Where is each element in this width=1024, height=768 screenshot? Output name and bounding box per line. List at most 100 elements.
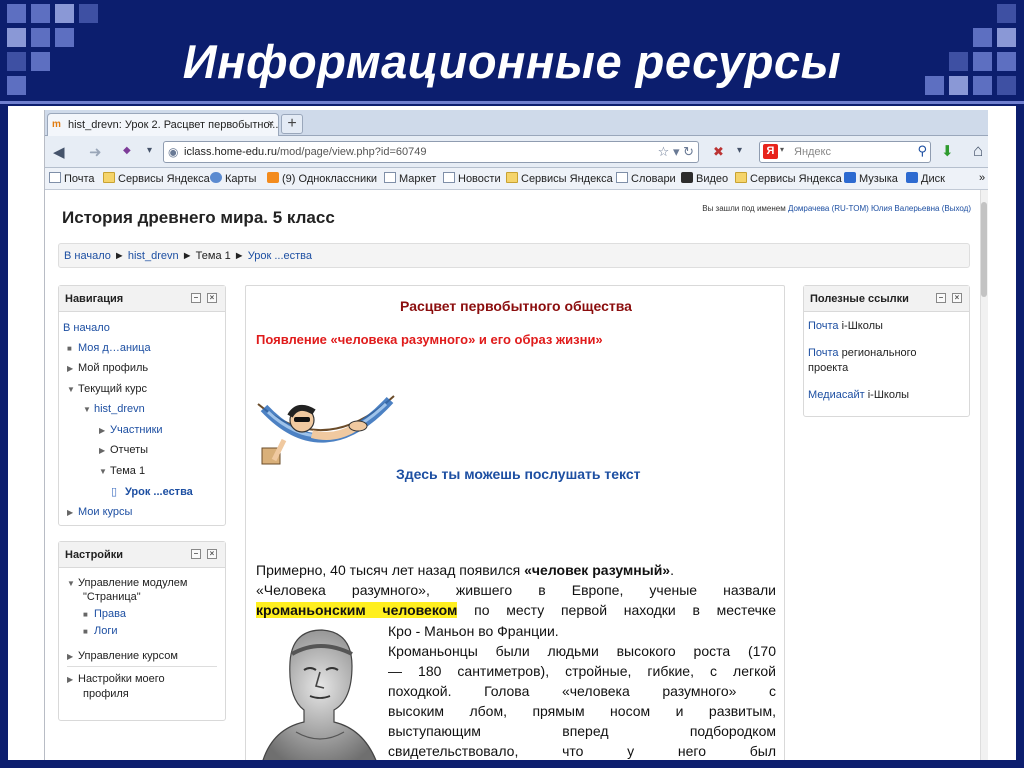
- nav-item-course[interactable]: ▼ hist_drevn: [83, 403, 145, 415]
- expand-icon: ▶: [99, 426, 106, 435]
- nav-item-lesson[interactable]: ▯ Урок ...ества: [111, 485, 193, 498]
- highlighted-term: кроманьонским человеком: [256, 602, 458, 618]
- bookmark-market[interactable]: Маркет: [384, 172, 436, 185]
- stop-download-icon[interactable]: ✖: [713, 144, 724, 160]
- search-box[interactable]: Я ▾ Яндекс ⚲: [759, 141, 931, 163]
- dock-icon[interactable]: ×: [952, 293, 962, 303]
- tools-dropdown-icon[interactable]: ▾: [737, 145, 742, 156]
- collapse-arrow-icon: ▼: [83, 405, 91, 414]
- site-title: История древнего мира. 5 класс: [62, 208, 335, 227]
- navigation-toolbar: ◀ ➜ ◆ ▾ ◉ iclass.home-edu.ru/mod/page/vi…: [45, 136, 988, 168]
- search-icon[interactable]: ⚲: [917, 143, 927, 159]
- bookmark-yandex-services[interactable]: Сервисы Яндекса: [103, 172, 210, 185]
- browser-tab-active[interactable]: m hist_drevn: Урок 2. Расцвет первобытно…: [47, 113, 279, 136]
- maps-icon: [210, 172, 222, 183]
- useful-link-mediasite[interactable]: Медиасайт i-Школы: [808, 389, 909, 401]
- bookmark-mail[interactable]: Почта: [49, 172, 95, 185]
- search-placeholder: Яндекс: [794, 146, 831, 158]
- nav-item-my-home[interactable]: ■ Моя д…аница: [67, 342, 151, 354]
- navigation-block: Навигация – × В начало ■ Моя д…аница ▶ Мой…: [58, 285, 226, 526]
- logout-link[interactable]: (Выход): [942, 204, 971, 213]
- settings-profile[interactable]: ▶ Настройки моего: [67, 673, 165, 685]
- settings-course-admin[interactable]: ▶ Управление курсом: [67, 650, 178, 662]
- dock-icon[interactable]: ×: [207, 549, 217, 559]
- settings-module-admin[interactable]: ▼ Управление модулем: [67, 577, 187, 589]
- breadcrumb-home[interactable]: В начало: [64, 250, 111, 262]
- bookmark-dictionaries[interactable]: Словари: [616, 172, 676, 185]
- slide-title: Информационные ресурсы: [182, 35, 842, 88]
- folder-icon: [103, 172, 115, 183]
- lesson-paragraph-1: Примерно, 40 тысяч лет назад появился «ч…: [256, 562, 674, 578]
- user-profile-link[interactable]: Домрачева (RU-TOM) Юлия Валерьевна: [788, 204, 940, 213]
- back-icon[interactable]: ◀: [53, 143, 65, 161]
- nav-item-topic[interactable]: ▼ Тема 1: [99, 465, 145, 477]
- settings-module-name: "Страница": [83, 591, 141, 603]
- address-bar[interactable]: ◉ iclass.home-edu.ru/mod/page/view.php?i…: [163, 141, 699, 163]
- nav-item-participants[interactable]: ▶ Участники: [99, 424, 163, 436]
- bookmarks-overflow-icon[interactable]: »: [979, 172, 985, 184]
- bullet-icon: ■: [83, 610, 88, 619]
- cro-magnon-bust-image: [262, 629, 377, 760]
- dock-icon[interactable]: ×: [207, 293, 217, 303]
- url-path: /mod/page/view.php?id=60749: [276, 146, 427, 158]
- lesson-paragraph-3: кроманьонским человеком по месту первой …: [256, 602, 776, 618]
- bookmark-yandex-services-2[interactable]: Сервисы Яндекса: [506, 172, 613, 185]
- bookmark-yandex-services-3[interactable]: Сервисы Яндекса: [735, 172, 842, 185]
- lesson-title: Расцвет первобытного общества: [400, 298, 632, 314]
- lesson-paragraph-5-line-4: высоким лбом, прямым носом и развитым,: [388, 703, 776, 719]
- yandex-logo-icon[interactable]: Я: [763, 144, 778, 159]
- url-dropdown-icon[interactable]: ▾: [673, 144, 680, 159]
- bookmark-star-icon[interactable]: ☆: [658, 144, 670, 159]
- bookmark-news[interactable]: Новости: [443, 172, 501, 185]
- forward-icon[interactable]: ➜: [89, 143, 102, 161]
- download-icon[interactable]: ⬇: [941, 142, 954, 160]
- reload-icon[interactable]: ↻: [683, 144, 694, 159]
- tab-close-icon[interactable]: ×: [268, 118, 274, 130]
- scrollbar-thumb[interactable]: [981, 202, 987, 297]
- useful-links-block: Полезные ссылки – × Почта i-Школы Почта …: [803, 285, 970, 417]
- bookmark-disk[interactable]: Диск: [906, 172, 945, 185]
- useful-link-ishkola-mail[interactable]: Почта i-Школы: [808, 320, 883, 332]
- breadcrumb-lesson[interactable]: Урок ...ества: [248, 250, 312, 262]
- slide-header: Информационные ресурсы: [0, 0, 1024, 106]
- nav-item-my-profile[interactable]: ▶ Мой профиль: [67, 362, 148, 374]
- settings-profile-line2: профиля: [83, 688, 129, 700]
- lesson-paragraph-5-line-3: походкой. Голова «человека разумного» с: [388, 683, 776, 699]
- frame-bottom: [0, 760, 1024, 768]
- collapse-arrow-icon: ▼: [99, 467, 107, 476]
- history-dropdown-icon[interactable]: ▾: [147, 145, 152, 156]
- nav-item-reports[interactable]: ▶ Отчеты: [99, 444, 148, 456]
- man-in-hammock-image: [254, 390, 398, 482]
- useful-link-regional-mail[interactable]: Почта регионального: [808, 347, 917, 359]
- collapse-icon[interactable]: –: [191, 293, 201, 303]
- breadcrumb-topic: Тема 1: [195, 250, 231, 262]
- search-engine-dropdown-icon[interactable]: ▾: [780, 145, 784, 154]
- home-icon[interactable]: ⌂: [973, 141, 983, 161]
- page-icon: ▯: [111, 486, 118, 498]
- site-identity-icon[interactable]: ◉: [168, 145, 178, 159]
- odnoklassniki-icon: [267, 172, 279, 183]
- bookmark-music[interactable]: Музыка: [844, 172, 898, 185]
- collapse-icon[interactable]: –: [936, 293, 946, 303]
- lesson-paragraph-4: Кро - Маньон во Франции.: [388, 623, 559, 639]
- breadcrumb-course[interactable]: hist_drevn: [128, 250, 179, 262]
- nav-item-home[interactable]: В начало: [63, 322, 110, 334]
- addon-icon[interactable]: ◆: [123, 145, 131, 156]
- collapse-arrow-icon: ▼: [67, 385, 75, 394]
- bookmark-odnoklassniki[interactable]: (9) Одноклассники: [267, 172, 377, 185]
- nav-item-current-course[interactable]: ▼ Текущий курс: [67, 383, 147, 395]
- bookmark-maps[interactable]: Карты: [210, 172, 256, 185]
- collapse-icon[interactable]: –: [191, 549, 201, 559]
- nav-item-my-courses[interactable]: ▶ Мои курсы: [67, 506, 132, 518]
- settings-logs[interactable]: ■ Логи: [83, 625, 118, 637]
- disk-icon: [906, 172, 918, 183]
- lesson-paragraph-5-line-1: Кроманьонцы были людьми высокого роста (…: [388, 643, 776, 659]
- settings-divider: [67, 666, 217, 667]
- music-icon: [844, 172, 856, 183]
- bookmark-video[interactable]: Видео: [681, 172, 728, 185]
- tab-title: hist_drevn: Урок 2. Расцвет первобытног.…: [68, 119, 279, 131]
- settings-rights[interactable]: ■ Права: [83, 608, 126, 620]
- breadcrumb-separator-icon: ►: [113, 250, 125, 262]
- listen-audio-link[interactable]: Здесь ты можешь послушать текст: [396, 466, 641, 482]
- new-tab-button[interactable]: +: [281, 114, 303, 134]
